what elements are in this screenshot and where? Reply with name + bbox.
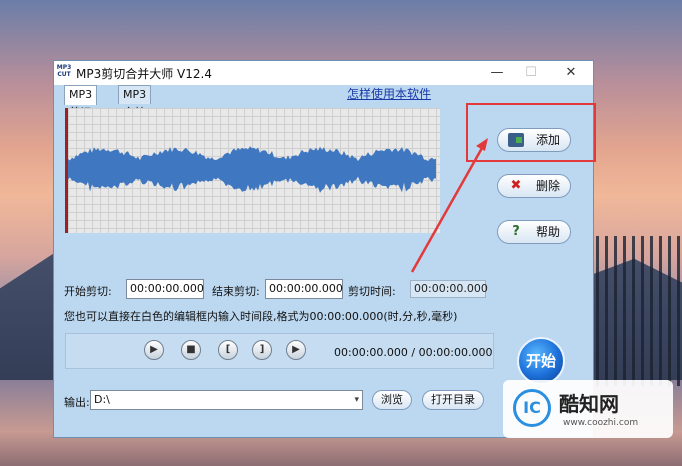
- title-bar[interactable]: MP3 CUT MP3剪切合并大师 V12.4 — ☐ ✕: [54, 61, 593, 85]
- browse-button[interactable]: 浏览: [372, 390, 412, 410]
- start-cut-label: 开始剪切:: [64, 285, 112, 298]
- play-icon[interactable]: ▶: [144, 340, 164, 360]
- duration-readout: 00:00:00.000: [410, 280, 488, 298]
- mark-end-icon[interactable]: ]: [252, 340, 272, 360]
- end-cut-label: 结束剪切:: [212, 285, 260, 298]
- watermark-logo: IC: [513, 389, 551, 427]
- film-add-icon: [508, 133, 524, 147]
- watermark: IC 酷知网 www.coozhi.com: [503, 380, 673, 438]
- watermark-name: 酷知网: [559, 392, 619, 416]
- start-button[interactable]: 开始: [517, 337, 565, 385]
- stop-icon[interactable]: ■: [181, 340, 201, 360]
- mark-start-icon[interactable]: [: [218, 340, 238, 360]
- maximize-button[interactable]: ☐: [512, 61, 550, 85]
- output-path-value: D:\: [94, 393, 110, 406]
- output-label: 输出:: [64, 396, 90, 409]
- open-directory-button[interactable]: 打开目录: [422, 390, 484, 410]
- duration-label: 剪切时间:: [348, 285, 396, 298]
- play-selection-icon[interactable]: ▶: [286, 340, 306, 360]
- how-to-use-link[interactable]: 怎样使用本软件: [347, 85, 431, 102]
- add-button[interactable]: 添加: [497, 128, 571, 152]
- time-format-hint: 您也可以直接在白色的编辑框内输入时间段,格式为00:00:00.000(时,分,…: [64, 310, 458, 323]
- close-button[interactable]: ✕: [552, 61, 590, 85]
- chevron-down-icon[interactable]: ▾: [354, 391, 359, 409]
- red-x-icon: ✖: [510, 178, 522, 193]
- add-button-label: 添加: [536, 133, 561, 147]
- help-question-icon: ?: [512, 224, 520, 239]
- app-logo-text-top: MP3: [56, 64, 72, 71]
- minimize-button[interactable]: —: [478, 61, 516, 85]
- playback-controls: ▶ ■ [ ] ▶ 00:00:00.000 / 00:00:00.000: [65, 333, 494, 369]
- tab-mp3-merge[interactable]: MP3合并: [118, 85, 152, 119]
- background-trees: [596, 236, 682, 386]
- waveform-panel[interactable]: [65, 108, 440, 233]
- delete-button-label: 删除: [536, 179, 561, 193]
- waveform-graphic: [68, 146, 436, 193]
- window-title: MP3剪切合并大师 V12.4: [76, 67, 212, 81]
- app-logo-text-bottom: CUT: [57, 71, 71, 78]
- playback-position: 00:00:00.000 / 00:00:00.000: [334, 346, 493, 359]
- delete-button[interactable]: ✖ 删除: [497, 174, 571, 198]
- watermark-url: www.coozhi.com: [563, 418, 639, 428]
- output-path-select[interactable]: D:\ ▾: [90, 390, 363, 410]
- help-button[interactable]: ? 帮助: [497, 220, 571, 244]
- tab-mp3-cut[interactable]: MP3剪切: [64, 85, 98, 119]
- start-cut-input[interactable]: 00:00:00.000: [126, 279, 204, 299]
- app-logo-icon: MP3 CUT: [56, 64, 72, 82]
- help-button-label: 帮助: [536, 225, 561, 239]
- end-cut-input[interactable]: 00:00:00.000: [265, 279, 343, 299]
